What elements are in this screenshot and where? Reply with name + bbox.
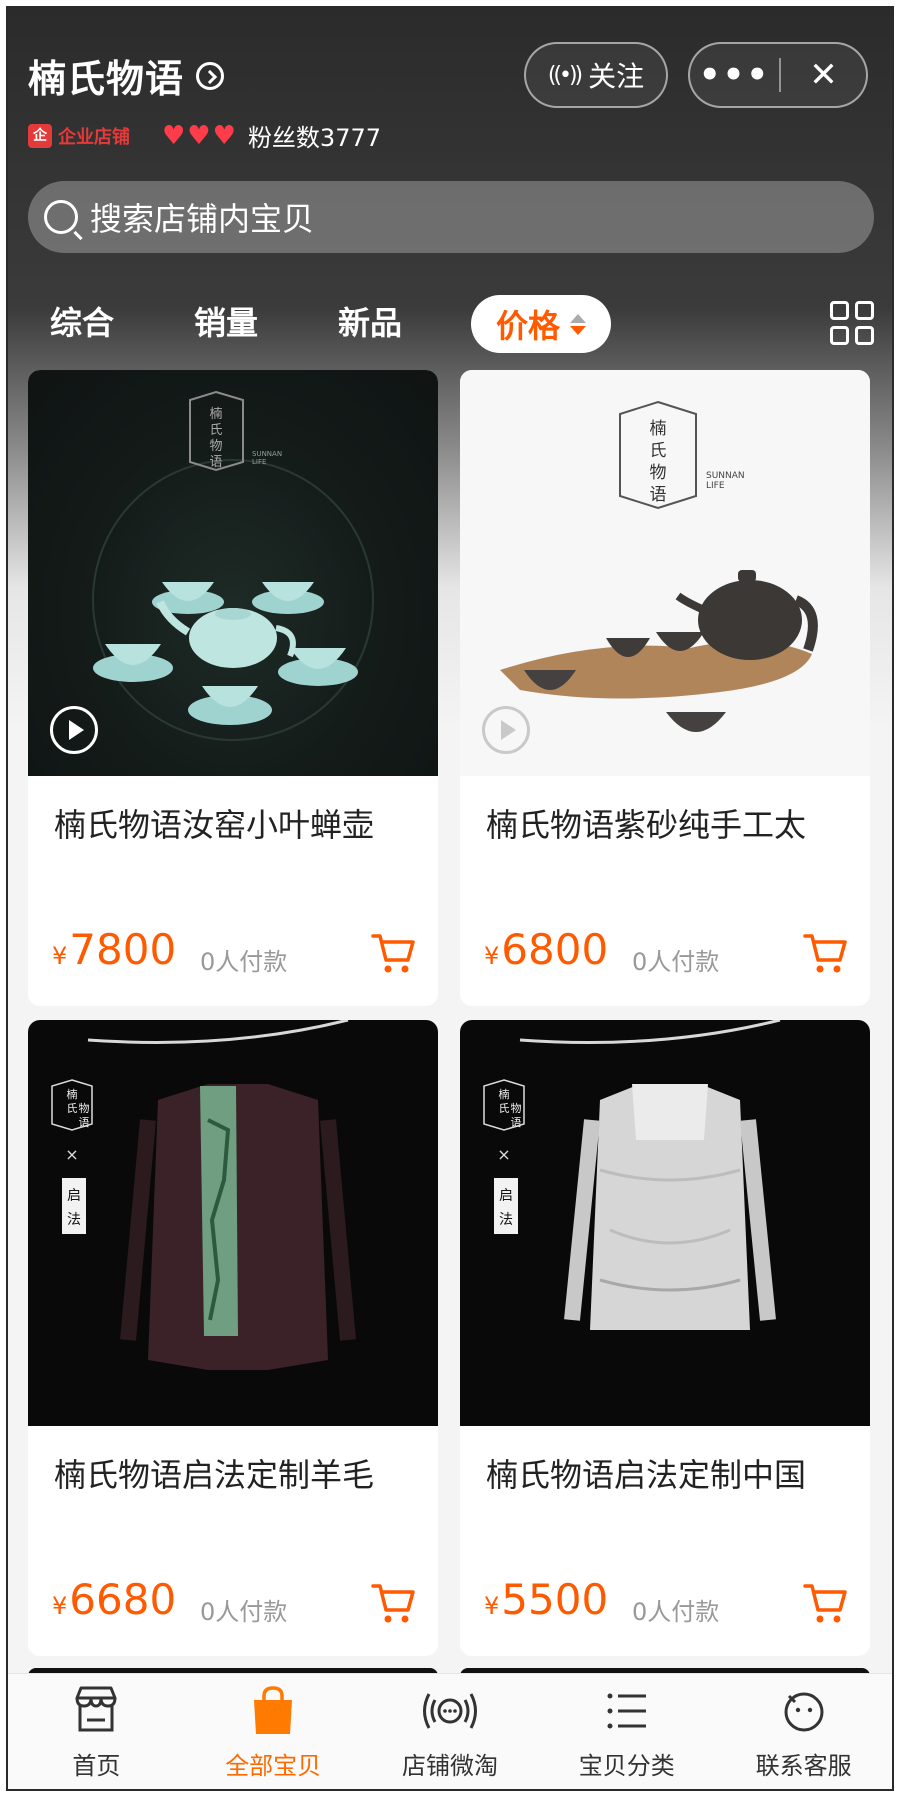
broadcast-icon [422, 1693, 477, 1729]
svg-text:物: 物 [511, 1101, 522, 1115]
svg-text:LIFE: LIFE [706, 481, 725, 491]
svg-text:语: 语 [79, 1116, 90, 1129]
tab-price[interactable]: 价格 [471, 295, 611, 353]
sort-tabs: 综合 销量 新品 价格 [8, 293, 892, 353]
phone-screen: 楠氏物语 ((•)) 关注 ••• ✕ 企 企业店铺 ♥♥♥ 粉丝数3777 搜… [6, 6, 894, 1791]
coat-illustration: 楠 氏 物 语 × 启 法 [51, 1020, 356, 1370]
enterprise-badge: 企 企业店铺 [28, 123, 130, 149]
storefront-icon [75, 1686, 117, 1732]
search-input[interactable]: 搜索店铺内宝贝 [28, 181, 874, 253]
broadcast-icon: ((•)) [547, 62, 583, 88]
product-price: ¥7800 [52, 925, 177, 974]
search-placeholder: 搜索店铺内宝贝 [90, 200, 315, 238]
product-image[interactable]: 楠 氏 物 语 × 启 法 [460, 1020, 870, 1426]
svg-text:启: 启 [67, 1188, 81, 1204]
product-price: ¥6800 [484, 925, 609, 974]
product-card[interactable]: 楠 氏 物 语 SUNNAN LIFE 楠氏物语汝窑小叶蝉壶 ¥7800 0人付… [28, 370, 438, 1006]
product-card[interactable]: 楠 氏 物 语 × 启 法 楠氏物语启法定制中国 ¥5500 0人付款 [460, 1020, 870, 1656]
play-video-icon[interactable] [50, 706, 98, 754]
product-title[interactable]: 楠氏物语汝窑小叶蝉壶 [54, 800, 374, 846]
white-jacket-illustration: 楠 氏 物 语 × 启 法 [483, 1020, 781, 1330]
svg-text:氏: 氏 [650, 441, 667, 461]
product-card[interactable]: 楠 氏 物 语 × 启 法 楠氏物语启法定制羊毛 ¥6680 0人付款 [28, 1020, 438, 1656]
search-icon [44, 200, 78, 234]
svg-text:法: 法 [67, 1212, 81, 1228]
svg-text:×: × [497, 1145, 510, 1164]
nav-categories[interactable]: 宝贝分类 [538, 1674, 715, 1789]
sort-arrows-icon [570, 313, 586, 335]
play-video-icon[interactable] [482, 706, 530, 754]
nav-weitao-label: 店铺微淘 [401, 1752, 498, 1780]
chat-face-icon [784, 1692, 824, 1732]
close-button[interactable]: ✕ [781, 55, 866, 95]
tab-price-label: 价格 [495, 307, 560, 345]
nav-all-items[interactable]: 全部宝贝 [185, 1674, 362, 1789]
svg-text:物: 物 [209, 439, 222, 454]
svg-text:启: 启 [499, 1188, 513, 1204]
add-to-cart-icon[interactable] [370, 930, 416, 976]
svg-text:氏: 氏 [499, 1102, 510, 1115]
svg-text:楠: 楠 [499, 1087, 510, 1101]
product-image[interactable]: 楠 氏 物 语 × 启 法 [28, 1020, 438, 1426]
tab-comprehensive[interactable]: 综合 [50, 293, 114, 353]
svg-text:氏: 氏 [209, 423, 222, 438]
svg-text:楠: 楠 [209, 407, 222, 422]
enterprise-seal-icon: 企 [28, 123, 52, 148]
nav-customer-service-label: 联系客服 [755, 1752, 852, 1780]
shop-title[interactable]: 楠氏物语 [28, 48, 225, 103]
product-image[interactable]: 楠 氏 物 语 SUNNAN LIFE [460, 370, 870, 776]
follow-label: 关注 [588, 60, 645, 93]
svg-text:法: 法 [499, 1212, 513, 1228]
tab-sales[interactable]: 销量 [194, 293, 258, 353]
enterprise-badge-label: 企业店铺 [58, 126, 130, 148]
product-price: ¥5500 [484, 1575, 609, 1624]
rating-hearts-icon: ♥♥♥ [162, 120, 238, 151]
nav-customer-service[interactable]: 联系客服 [715, 1674, 892, 1789]
svg-text:语: 语 [650, 485, 667, 505]
nav-home-label: 首页 [72, 1752, 121, 1780]
svg-text:楠: 楠 [67, 1087, 78, 1101]
product-card[interactable]: 楠 氏 物 语 SUNNAN LIFE 楠氏物语紫砂纯手工太 ¥6800 0人付… [460, 370, 870, 1006]
product-image[interactable]: 楠 氏 物 语 SUNNAN LIFE [28, 370, 438, 776]
add-to-cart-icon[interactable] [802, 930, 848, 976]
miniapp-capsule: ••• ✕ [688, 42, 868, 108]
tab-new[interactable]: 新品 [338, 293, 402, 353]
svg-text:SUNNAN: SUNNAN [252, 450, 282, 458]
sold-count: 0人付款 [200, 1598, 288, 1626]
svg-text:×: × [65, 1145, 78, 1164]
svg-text:氏: 氏 [67, 1102, 78, 1115]
svg-text:LIFE: LIFE [252, 458, 266, 466]
sold-count: 0人付款 [200, 948, 288, 976]
svg-text:SUNNAN: SUNNAN [706, 471, 745, 481]
more-button[interactable]: ••• [690, 58, 779, 92]
product-title[interactable]: 楠氏物语启法定制中国 [486, 1450, 806, 1496]
svg-text:楠: 楠 [650, 419, 667, 439]
shop-meta: 企 企业店铺 ♥♥♥ 粉丝数3777 [28, 118, 381, 153]
svg-text:语: 语 [511, 1116, 522, 1129]
bottom-nav: 首页 全部宝贝 店铺微淘 宝贝分类 联系客服 [8, 1673, 892, 1789]
product-price: ¥6680 [52, 1575, 177, 1624]
follow-button[interactable]: ((•)) 关注 [524, 42, 668, 108]
add-to-cart-icon[interactable] [370, 1580, 416, 1626]
nav-categories-label: 宝贝分类 [578, 1752, 675, 1780]
shop-name: 楠氏物语 [28, 57, 185, 101]
fans-count: 粉丝数3777 [247, 124, 382, 152]
grid-view-icon[interactable] [830, 301, 874, 345]
product-title[interactable]: 楠氏物语紫砂纯手工太 [486, 800, 806, 846]
list-icon [607, 1693, 646, 1729]
nav-home[interactable]: 首页 [8, 1674, 185, 1789]
svg-text:物: 物 [650, 463, 667, 483]
sold-count: 0人付款 [632, 1598, 720, 1626]
product-title[interactable]: 楠氏物语启法定制羊毛 [54, 1450, 374, 1496]
svg-text:物: 物 [79, 1101, 90, 1115]
nav-weitao[interactable]: 店铺微淘 [362, 1674, 539, 1789]
add-to-cart-icon[interactable] [802, 1580, 848, 1626]
chevron-right-circle-icon [196, 61, 225, 90]
nav-all-items-label: 全部宝贝 [225, 1752, 322, 1780]
sold-count: 0人付款 [632, 948, 720, 976]
svg-text:语: 语 [209, 455, 222, 470]
shopping-bag-icon [254, 1686, 293, 1734]
